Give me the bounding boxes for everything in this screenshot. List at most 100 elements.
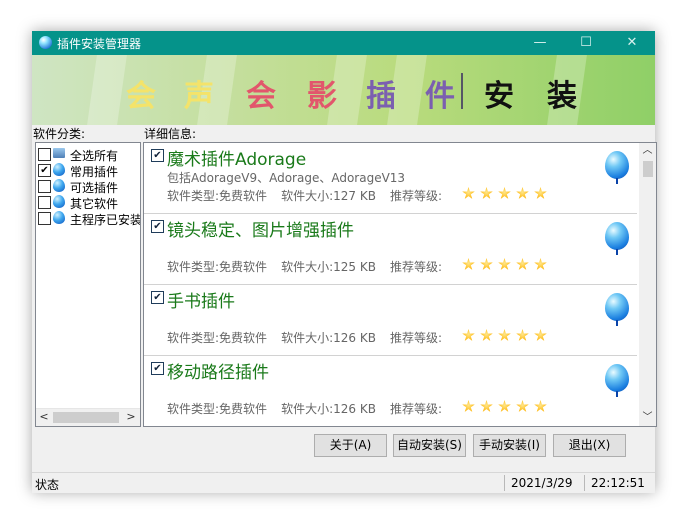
detail-list[interactable]: ✔ 魔术插件Adorage 包括AdorageV9、Adorage、Adorag… [143,142,657,427]
scroll-up-arrow-icon[interactable]: ︿ [641,144,654,158]
tree-item-label: 主程序已安装 [70,213,141,227]
star-icon [480,258,493,270]
exit-button[interactable]: 退出(X) [553,434,626,457]
star-icon [462,258,475,270]
banner-char: 安 [484,79,514,114]
detail-label: 详细信息: [144,127,197,141]
banner-divider [461,73,463,109]
star-icon [516,187,529,199]
star-icon [462,187,475,199]
checkbox[interactable] [38,196,51,209]
app-balloon-icon [39,36,52,49]
rating-stars [462,186,552,200]
plugin-description: 包括AdorageV9、Adorage、AdorageV13 [167,171,406,185]
size-value: 127 KB [333,189,376,203]
star-icon [462,400,475,412]
banner-char: 装 [547,79,577,114]
type-label: 软件类型: [167,402,220,416]
checkbox[interactable] [38,212,51,225]
star-icon [498,258,511,270]
plugin-item[interactable]: ✔ 手书插件 软件类型:免费软件 软件大小:126 KB 推荐等级: [144,285,637,356]
plugin-name: 魔术插件Adorage [167,150,307,170]
horizontal-scrollbar[interactable]: < > [36,408,140,426]
rating-stars [462,257,552,271]
plugin-meta: 软件类型:免费软件 软件大小:127 KB 推荐等级: [167,187,442,204]
star-icon [534,329,547,341]
type-value: 免费软件 [219,331,268,345]
title-bar[interactable]: 插件安装管理器 — ☐ ✕ [32,31,655,55]
checkbox[interactable]: ✔ [38,164,51,177]
status-separator [504,475,505,491]
type-label: 软件类型: [167,260,220,274]
size-label: 软件大小: [281,331,334,345]
type-value: 免费软件 [219,260,268,274]
tree-item-select-all[interactable]: 全选所有 [36,146,140,163]
banner-char: 声 [184,79,214,114]
installer-window: 插件安装管理器 — ☐ ✕ 会 声 会 影 插 件 安 装 软件分类: 详细信息… [32,31,657,493]
close-button[interactable]: ✕ [609,31,655,55]
balloon-icon [53,163,65,176]
window-title: 插件安装管理器 [57,37,142,51]
rating-label: 推荐等级: [389,260,442,274]
star-icon [516,258,529,270]
about-button[interactable]: 关于(A) [314,434,387,457]
plugin-meta: 软件类型:免费软件 软件大小:126 KB 推荐等级: [167,400,442,417]
size-value: 126 KB [333,331,376,345]
plugin-checkbox[interactable]: ✔ [151,362,164,375]
size-value: 126 KB [333,402,376,416]
tree-item-other[interactable]: 其它软件 [36,194,140,211]
scroll-thumb[interactable] [53,412,119,423]
type-label: 软件类型: [167,189,220,203]
rating-stars [462,328,552,342]
plugin-checkbox[interactable]: ✔ [151,291,164,304]
balloon-icon [605,364,631,397]
category-tree[interactable]: 全选所有 ✔ 常用插件 可选插件 其它软件 主程序已安装 < > [35,142,141,427]
star-icon [480,187,493,199]
tree-item-main-installed[interactable]: 主程序已安装 [36,210,141,227]
minimize-button[interactable]: — [517,31,563,55]
plugin-name: 手书插件 [167,292,235,312]
balloon-icon [53,211,65,224]
status-date: 2021/3/29 [511,476,573,490]
maximize-button[interactable]: ☐ [563,31,609,55]
star-icon [480,400,493,412]
balloon-icon [605,151,631,184]
plugin-checkbox[interactable]: ✔ [151,220,164,233]
size-value: 125 KB [333,260,376,274]
type-label: 软件类型: [167,331,220,345]
status-time: 22:12:51 [591,476,645,490]
tree-item-optional[interactable]: 可选插件 [36,178,140,195]
auto-install-button[interactable]: 自动安装(S) [393,434,466,457]
checkbox[interactable] [38,180,51,193]
plugin-item[interactable]: ✔ 镜头稳定、图片增强插件 软件类型:免费软件 软件大小:125 KB 推荐等级: [144,214,637,285]
size-label: 软件大小: [281,402,334,416]
balloon-icon [53,195,65,208]
banner-char: 会 [126,79,156,114]
checkbox[interactable] [38,148,51,161]
manual-install-button[interactable]: 手动安装(I) [473,434,546,457]
scroll-down-arrow-icon[interactable]: ﹀ [641,411,654,425]
plugin-item[interactable]: ✔ 魔术插件Adorage 包括AdorageV9、Adorage、Adorag… [144,143,637,214]
scroll-right-arrow-icon[interactable]: > [124,410,138,424]
balloon-icon [605,293,631,326]
star-icon [534,400,547,412]
balloon-icon [53,179,65,192]
plugin-name: 移动路径插件 [167,363,269,383]
category-label: 软件分类: [33,127,86,141]
star-icon [498,187,511,199]
tree-item-common[interactable]: ✔ 常用插件 [36,162,140,179]
size-label: 软件大小: [281,260,334,274]
banner: 会 声 会 影 插 件 安 装 [32,55,655,125]
star-icon [480,329,493,341]
plugin-item[interactable]: ✔ 移动路径插件 软件类型:免费软件 软件大小:126 KB 推荐等级: [144,356,637,426]
scroll-left-arrow-icon[interactable]: < [37,410,51,424]
plugin-meta: 软件类型:免费软件 软件大小:125 KB 推荐等级: [167,258,442,275]
status-text: 状态 [35,478,60,492]
banner-char: 影 [307,79,337,114]
plugin-meta: 软件类型:免费软件 软件大小:126 KB 推荐等级: [167,329,442,346]
plugin-checkbox[interactable]: ✔ [151,149,164,162]
vertical-scrollbar[interactable]: ︿ ﹀ [639,143,656,426]
rating-label: 推荐等级: [389,189,442,203]
scroll-thumb[interactable] [643,161,653,177]
plugin-name: 镜头稳定、图片增强插件 [167,221,354,241]
